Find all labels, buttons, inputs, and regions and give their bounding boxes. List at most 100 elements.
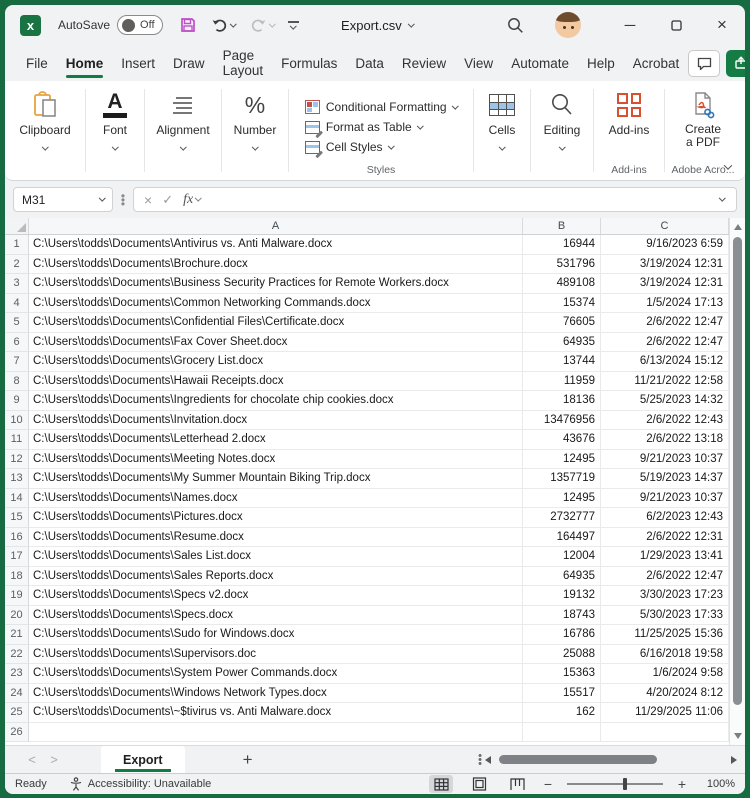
cell-b22[interactable]: 25088 xyxy=(523,644,601,664)
ribbon-group-alignment[interactable]: Alignment xyxy=(145,81,221,180)
scroll-up-icon[interactable] xyxy=(734,224,742,230)
row-header-19[interactable]: 19 xyxy=(5,586,29,606)
share-button[interactable] xyxy=(726,49,745,77)
normal-view-button[interactable] xyxy=(429,775,453,793)
row-header-25[interactable]: 25 xyxy=(5,703,29,723)
tab-file[interactable]: File xyxy=(17,45,57,81)
next-sheet-icon[interactable]: > xyxy=(43,752,65,767)
row-header-3[interactable]: 3 xyxy=(5,274,29,294)
new-sheet-button[interactable]: + xyxy=(243,750,253,770)
zoom-level[interactable]: 100% xyxy=(701,778,735,790)
cell-a20[interactable]: C:\Users\todds\Documents\Specs.docx xyxy=(29,605,523,625)
scroll-left-icon[interactable] xyxy=(485,755,491,764)
cell-c16[interactable]: 2/6/2022 12:31 xyxy=(601,527,729,547)
user-avatar[interactable] xyxy=(555,12,581,38)
cell-a3[interactable]: C:\Users\todds\Documents\Business Securi… xyxy=(29,274,523,294)
cell-b21[interactable]: 16786 xyxy=(523,625,601,645)
zoom-slider-handle[interactable] xyxy=(623,778,627,790)
expand-formula-bar-icon[interactable] xyxy=(718,194,725,202)
cell-b24[interactable]: 15517 xyxy=(523,683,601,703)
accessibility-status[interactable]: Accessibility: Unavailable xyxy=(69,777,211,791)
conditional-formatting-button[interactable]: Conditional Formatting xyxy=(304,100,459,114)
cell-b11[interactable]: 43676 xyxy=(523,430,601,450)
horizontal-scrollbar[interactable] xyxy=(485,755,737,764)
row-header-15[interactable]: 15 xyxy=(5,508,29,528)
name-box[interactable]: M31 xyxy=(13,187,113,212)
cell-a5[interactable]: C:\Users\todds\Documents\Confidential Fi… xyxy=(29,313,523,333)
redo-dropdown-icon[interactable] xyxy=(268,20,275,27)
zoom-in-button[interactable]: + xyxy=(677,776,687,792)
cell-a9[interactable]: C:\Users\todds\Documents\Ingredients for… xyxy=(29,391,523,411)
cell-c13[interactable]: 5/19/2023 14:37 xyxy=(601,469,729,489)
cell-c15[interactable]: 6/2/2023 12:43 xyxy=(601,508,729,528)
cell-b14[interactable]: 12495 xyxy=(523,488,601,508)
row-header-16[interactable]: 16 xyxy=(5,527,29,547)
cell-a12[interactable]: C:\Users\todds\Documents\Meeting Notes.d… xyxy=(29,449,523,469)
excel-app-icon[interactable]: x xyxy=(20,14,41,36)
row-header-9[interactable]: 9 xyxy=(5,391,29,411)
cell-a6[interactable]: C:\Users\todds\Documents\Fax Cover Sheet… xyxy=(29,332,523,352)
document-title[interactable]: Export.csv xyxy=(341,18,415,33)
cell-a17[interactable]: C:\Users\todds\Documents\Sales List.docx xyxy=(29,547,523,567)
select-all-button[interactable] xyxy=(5,218,29,234)
quick-access-customize-icon[interactable] xyxy=(288,20,300,29)
cell-a25[interactable]: C:\Users\todds\Documents\~$tivirus vs. A… xyxy=(29,703,523,723)
cell-b25[interactable]: 162 xyxy=(523,703,601,723)
tab-view[interactable]: View xyxy=(455,45,502,81)
cell-a19[interactable]: C:\Users\todds\Documents\Specs v2.docx xyxy=(29,586,523,606)
minimize-button[interactable]: ─ xyxy=(607,8,653,42)
row-header-17[interactable]: 17 xyxy=(5,547,29,567)
cell-a8[interactable]: C:\Users\todds\Documents\Hawaii Receipts… xyxy=(29,371,523,391)
cell-b16[interactable]: 164497 xyxy=(523,527,601,547)
cell-c25[interactable]: 11/29/2025 11:06 xyxy=(601,703,729,723)
confirm-entry-icon[interactable]: ✓ xyxy=(162,192,173,208)
row-header-20[interactable]: 20 xyxy=(5,605,29,625)
autosave-toggle[interactable]: Off xyxy=(117,15,164,35)
cell-a1[interactable]: C:\Users\todds\Documents\Antivirus vs. A… xyxy=(29,235,523,255)
cell-a21[interactable]: C:\Users\todds\Documents\Sudo for Window… xyxy=(29,625,523,645)
cell-c14[interactable]: 9/21/2023 10:37 xyxy=(601,488,729,508)
cell-a11[interactable]: C:\Users\todds\Documents\Letterhead 2.do… xyxy=(29,430,523,450)
formula-field[interactable]: × ✓ fx xyxy=(133,187,737,212)
cell-c6[interactable]: 2/6/2022 12:47 xyxy=(601,332,729,352)
cell-c5[interactable]: 2/6/2022 12:47 xyxy=(601,313,729,333)
sheet-tab-export[interactable]: Export xyxy=(101,745,185,774)
cell-b18[interactable]: 64935 xyxy=(523,566,601,586)
column-header-c[interactable]: C xyxy=(601,218,729,234)
cell-c20[interactable]: 5/30/2023 17:33 xyxy=(601,605,729,625)
cell-c17[interactable]: 1/29/2023 13:41 xyxy=(601,547,729,567)
tab-help[interactable]: Help xyxy=(578,45,624,81)
tab-data[interactable]: Data xyxy=(346,45,393,81)
cell-b26[interactable] xyxy=(523,722,601,742)
cell-c26[interactable] xyxy=(601,722,729,742)
comments-button[interactable] xyxy=(688,49,721,77)
insert-function-button[interactable]: fx xyxy=(183,192,202,208)
row-header-21[interactable]: 21 xyxy=(5,625,29,645)
cell-b1[interactable]: 16944 xyxy=(523,235,601,255)
cell-b23[interactable]: 15363 xyxy=(523,664,601,684)
page-break-preview-button[interactable] xyxy=(505,775,529,793)
cell-a22[interactable]: C:\Users\todds\Documents\Supervisors.doc xyxy=(29,644,523,664)
ribbon-group-clipboard[interactable]: Clipboard xyxy=(5,81,85,180)
close-button[interactable]: × xyxy=(699,8,745,42)
cell-c18[interactable]: 2/6/2022 12:47 xyxy=(601,566,729,586)
cell-b12[interactable]: 12495 xyxy=(523,449,601,469)
row-header-10[interactable]: 10 xyxy=(5,410,29,430)
cell-b20[interactable]: 18743 xyxy=(523,605,601,625)
cell-b4[interactable]: 15374 xyxy=(523,293,601,313)
cell-b5[interactable]: 76605 xyxy=(523,313,601,333)
cell-c19[interactable]: 3/30/2023 17:23 xyxy=(601,586,729,606)
sheet-options-icon[interactable]: • • • xyxy=(475,750,485,769)
undo-button[interactable] xyxy=(211,17,237,33)
cell-a7[interactable]: C:\Users\todds\Documents\Grocery List.do… xyxy=(29,352,523,372)
cell-c22[interactable]: 6/16/2018 19:58 xyxy=(601,644,729,664)
cell-c4[interactable]: 1/5/2024 17:13 xyxy=(601,293,729,313)
ribbon-group-font[interactable]: A Font xyxy=(86,81,144,180)
zoom-out-button[interactable]: − xyxy=(543,776,553,792)
cell-c7[interactable]: 6/13/2024 15:12 xyxy=(601,352,729,372)
cell-a2[interactable]: C:\Users\todds\Documents\Brochure.docx xyxy=(29,254,523,274)
undo-dropdown-icon[interactable] xyxy=(230,20,237,27)
ribbon-group-editing[interactable]: Editing xyxy=(531,81,593,180)
row-header-4[interactable]: 4 xyxy=(5,293,29,313)
scroll-right-icon[interactable] xyxy=(731,755,737,764)
